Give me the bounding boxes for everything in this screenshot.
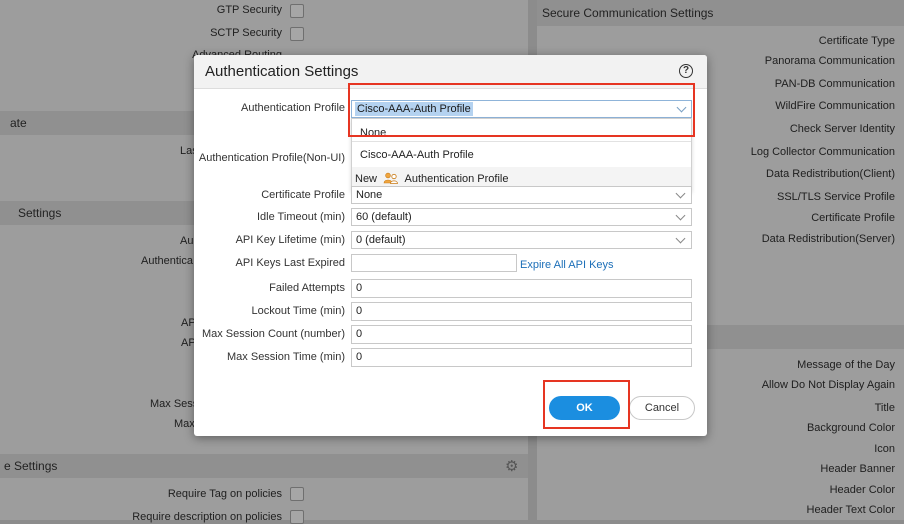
bg-max-sess-label: Max Sess [150,398,199,410]
bg-secure-item: WildFire Communication [775,100,895,112]
bg-banner-item: Header Banner [820,463,895,475]
api-keys-expired-field [351,254,517,272]
dropdown-option-cisco[interactable]: Cisco-AAA-Auth Profile [360,149,474,161]
dialog-title: Authentication Settings [205,63,359,80]
auth-profile-highlight [348,83,695,137]
help-icon[interactable]: ? [679,64,693,78]
bg-banner-item: Header Color [829,484,895,496]
max-session-time-label: Max Session Time (min) [227,351,345,363]
bg-banner-header [707,325,904,349]
bg-secure-item: SSL/TLS Service Profile [777,191,895,203]
bg-banner-item: Background Color [806,422,895,434]
bg-max-label: Max [174,418,195,430]
auth-profile-label: Authentication Profile [241,102,345,114]
bg-require-desc-label: Require description on policies [132,511,282,523]
bg-banner-item: Message of the Day [797,359,895,371]
cert-profile-label: Certificate Profile [261,189,345,201]
bg-secure-item: PAN-DB Communication [774,78,895,90]
new-label: New [355,173,378,185]
bg-secure-item: Log Collector Communication [750,146,895,158]
user-group-icon [383,172,398,184]
failed-attempts-label: Failed Attempts [269,282,345,294]
bg-e-settings-section: e Settings ⚙ [0,454,528,478]
bg-secure-item: Data Redistribution(Client) [766,168,895,180]
bg-authentica-label: Authentica [141,255,193,267]
api-key-lifetime-select[interactable]: 0 (default) [351,231,692,249]
expire-all-api-keys-link[interactable]: Expire All API Keys [520,259,614,271]
bg-au-label: Au [180,235,194,247]
dropdown-divider [352,141,691,142]
bg-require-desc-checkbox[interactable] [290,510,304,524]
gear-icon[interactable]: ⚙ [505,457,518,475]
bg-gtp-checkbox[interactable] [290,4,304,18]
idle-timeout-label: Idle Timeout (min) [256,211,345,223]
bg-secure-item: Data Redistribution(Server) [761,233,895,245]
api-key-lifetime-label: API Key Lifetime (min) [235,234,345,246]
ok-button-highlight [543,380,630,429]
max-session-time-input[interactable]: 0 [351,348,692,367]
lockout-time-label: Lockout Time (min) [251,305,345,317]
new-auth-profile-label: Authentication Profile [404,173,509,185]
max-session-count-label: Max Session Count (number) [201,328,345,340]
cancel-button[interactable]: Cancel [629,396,695,420]
bg-secure-item: Certificate Type [818,35,895,47]
failed-attempts-input[interactable]: 0 [351,279,692,298]
max-session-count-input[interactable]: 0 [351,325,692,344]
cert-profile-select[interactable]: None [351,186,692,204]
bg-banner-item: Header Text Color [806,504,895,516]
bg-sctp-checkbox[interactable] [290,27,304,41]
auth-profile-nonui-label: Authentication Profile(Non-UI) [198,152,345,164]
bg-secure-comm-header: Secure Communication Settings [537,0,904,26]
bg-secure-item: Certificate Profile [811,212,895,224]
bg-secure-item: Panorama Communication [764,55,895,67]
bg-require-tag-label: Require Tag on policies [167,488,282,500]
bg-gtp-label: GTP Security [216,4,282,16]
bg-require-tag-checkbox[interactable] [290,487,304,501]
bg-banner-item: Icon [874,443,895,455]
idle-timeout-select[interactable]: 60 (default) [351,208,692,226]
bg-banner-item: Title [874,402,895,414]
lockout-time-input[interactable]: 0 [351,302,692,321]
bg-sctp-label: SCTP Security [210,27,282,39]
bg-banner-item: Allow Do Not Display Again [761,379,895,391]
api-keys-expired-label: API Keys Last Expired [235,257,345,269]
bg-secure-item: Check Server Identity [789,123,895,135]
